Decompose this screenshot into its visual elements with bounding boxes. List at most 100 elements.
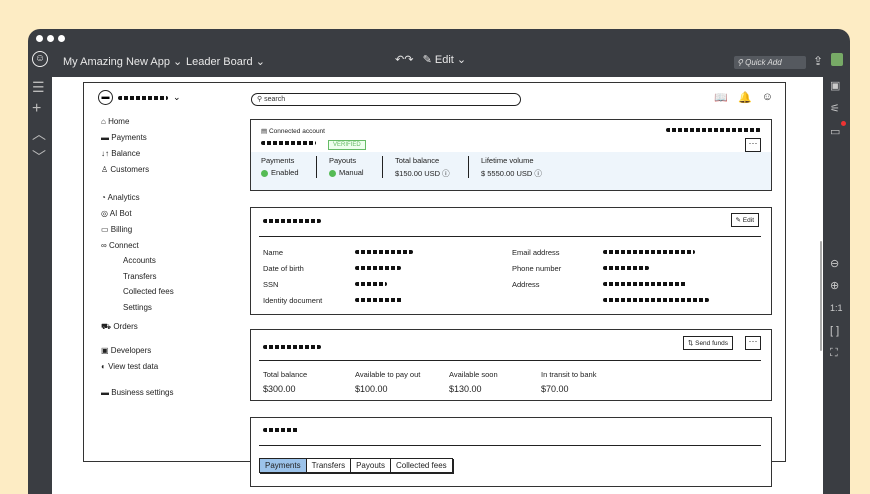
app-logo-icon[interactable]: ☺ bbox=[32, 51, 48, 67]
dob-value bbox=[355, 266, 401, 270]
mockup-frame: ▬ ⌄ ⚲ search 📖 🔔 ☺ ⌂ Home ▬ Payments ↓↑ … bbox=[83, 82, 786, 487]
share-icon[interactable]: ⇪ bbox=[813, 54, 823, 68]
total-balance-value: $150.00 USD ⓘ bbox=[395, 168, 450, 179]
zoom-out-icon[interactable]: ⊖ bbox=[830, 257, 839, 270]
search-input[interactable]: ⚲ search bbox=[251, 93, 521, 106]
edit-button[interactable]: ✎ Edit bbox=[730, 213, 759, 227]
sidebar-item-transfers[interactable]: Transfers bbox=[123, 272, 157, 281]
sidebar-item-billing[interactable]: ▭ Billing bbox=[101, 225, 132, 234]
tab-transfers[interactable]: Transfers bbox=[307, 459, 352, 472]
address-value bbox=[603, 282, 687, 286]
comment-icon[interactable]: ▭ bbox=[830, 125, 840, 138]
workspace-name bbox=[118, 95, 168, 100]
address-value-2 bbox=[603, 298, 709, 302]
sidebar-label: Home bbox=[108, 117, 130, 126]
sidebar-item-balance[interactable]: ↓↑ Balance bbox=[101, 149, 140, 158]
store-icon: ▤ bbox=[261, 128, 268, 135]
more-button[interactable]: ··· bbox=[745, 138, 761, 152]
total-balance-value: $300.00 bbox=[263, 384, 296, 394]
chevron-up-icon[interactable]: ︿ bbox=[32, 124, 46, 144]
sidebar-item-analytics[interactable]: ◔ Analytics bbox=[101, 193, 140, 202]
payouts-status: Manual bbox=[339, 168, 364, 177]
info-icon[interactable]: ⓘ bbox=[442, 169, 450, 178]
divider bbox=[259, 236, 761, 237]
window-controls[interactable] bbox=[36, 35, 65, 42]
available-value: $100.00 bbox=[355, 384, 388, 394]
send-funds-label: Send funds bbox=[695, 340, 728, 347]
user-icon[interactable]: ☺ bbox=[762, 91, 773, 104]
bot-icon: ◎ bbox=[101, 209, 108, 218]
edit-button-label: Edit bbox=[742, 217, 754, 224]
balance-card: ⇅ Send funds ··· Total balance $300.00 A… bbox=[250, 329, 772, 401]
ssn-value bbox=[355, 282, 387, 286]
lifetime-amount: $ 5550.00 USD bbox=[481, 169, 533, 178]
info-icon[interactable]: ⓘ bbox=[534, 169, 542, 178]
book-icon[interactable]: 📖 bbox=[714, 91, 728, 104]
check-icon bbox=[329, 169, 336, 177]
id-doc-label: Identity document bbox=[263, 296, 323, 305]
transit-value: $70.00 bbox=[541, 384, 569, 394]
sliders-icon[interactable]: ⚟ bbox=[830, 102, 840, 115]
analytics-icon: ◔ bbox=[101, 193, 106, 202]
sidebar-item-ai-bot[interactable]: ◎ AI Bot bbox=[101, 209, 132, 218]
sidebar-label: View test data bbox=[108, 362, 159, 371]
total-balance-label: Total balance bbox=[263, 370, 308, 379]
notification-dot bbox=[841, 121, 846, 126]
person-icon: ♙ bbox=[101, 165, 109, 174]
panel-icon[interactable]: ▣ bbox=[830, 79, 840, 92]
avatar[interactable] bbox=[831, 53, 843, 66]
payments-label: Payments bbox=[261, 156, 295, 165]
sidebar-label: Customers bbox=[110, 165, 150, 174]
tab-bar: Payments Transfers Payouts Collected fee… bbox=[259, 458, 453, 473]
sidebar-item-test-data[interactable]: ◐ View test data bbox=[101, 362, 158, 371]
divider bbox=[316, 156, 317, 178]
tab-collected-fees[interactable]: Collected fees bbox=[391, 459, 452, 472]
activity-card: Payments Transfers Payouts Collected fee… bbox=[250, 417, 772, 487]
layout-icon[interactable]: ☰ bbox=[32, 79, 45, 96]
payouts-label: Payouts bbox=[329, 156, 357, 165]
board-menu[interactable]: Leader Board ⌄ bbox=[186, 55, 265, 68]
name-label: Name bbox=[263, 248, 284, 257]
workspace-switcher[interactable]: ▬ ⌄ bbox=[98, 90, 181, 105]
account-label-text: Connected account bbox=[268, 128, 325, 135]
tab-payouts[interactable]: Payouts bbox=[351, 459, 391, 472]
account-summary: Payments Enabled Payouts Manual Total ba… bbox=[251, 152, 771, 190]
chevron-down-icon[interactable]: ﹀ bbox=[32, 147, 46, 167]
quick-add-label: Quick Add bbox=[745, 58, 782, 67]
quick-add-input[interactable]: ⚲ Quick Add bbox=[734, 56, 806, 69]
sidebar-label: Business settings bbox=[111, 388, 174, 397]
fullscreen-icon[interactable]: ⛶ bbox=[830, 347, 838, 360]
activity-title bbox=[263, 428, 299, 432]
home-icon: ⌂ bbox=[101, 117, 106, 126]
send-funds-button[interactable]: ⇅ Send funds bbox=[682, 336, 733, 350]
scrollbar[interactable] bbox=[820, 241, 822, 351]
account-id bbox=[666, 128, 761, 132]
card-icon: ▬ bbox=[101, 133, 109, 142]
sidebar-item-collected-fees[interactable]: Collected fees bbox=[123, 287, 174, 296]
bell-icon[interactable]: 🔔 bbox=[738, 91, 752, 104]
edit-menu[interactable]: ↶↷ ✎ Edit ⌄ bbox=[395, 53, 466, 66]
total-balance-amount: $150.00 USD bbox=[395, 169, 441, 178]
sidebar-item-accounts[interactable]: Accounts bbox=[123, 256, 156, 265]
more-button[interactable]: ··· bbox=[745, 336, 761, 350]
undo-icon[interactable]: ↶↷ bbox=[395, 54, 413, 66]
sidebar-item-customers[interactable]: ♙ Customers bbox=[101, 165, 149, 174]
id-doc-value bbox=[355, 298, 403, 302]
sidebar-item-business-settings[interactable]: ▬ Business settings bbox=[101, 388, 174, 397]
ssn-label: SSN bbox=[263, 280, 279, 289]
sidebar-item-developers[interactable]: ▣ Developers bbox=[101, 346, 151, 355]
zoom-in-icon[interactable]: ⊕ bbox=[830, 279, 839, 292]
sidebar-item-payments[interactable]: ▬ Payments bbox=[101, 133, 147, 142]
zoom-reset-icon[interactable]: 1:1 bbox=[830, 303, 843, 313]
app-title-menu[interactable]: My Amazing New App ⌄ bbox=[63, 55, 182, 68]
payments-status: Enabled bbox=[271, 168, 299, 177]
cart-icon: ⛟ bbox=[101, 322, 112, 331]
sidebar-item-connect[interactable]: ∞ Connect bbox=[101, 241, 139, 250]
payouts-value: Manual bbox=[329, 168, 364, 177]
add-icon[interactable]: + bbox=[32, 100, 41, 118]
fit-icon[interactable]: [ ] bbox=[830, 325, 839, 337]
sidebar-item-home[interactable]: ⌂ Home bbox=[101, 117, 129, 126]
sidebar-item-orders[interactable]: ⛟ Orders bbox=[101, 322, 138, 332]
tab-payments[interactable]: Payments bbox=[260, 459, 307, 472]
sidebar-item-settings[interactable]: Settings bbox=[123, 303, 152, 312]
